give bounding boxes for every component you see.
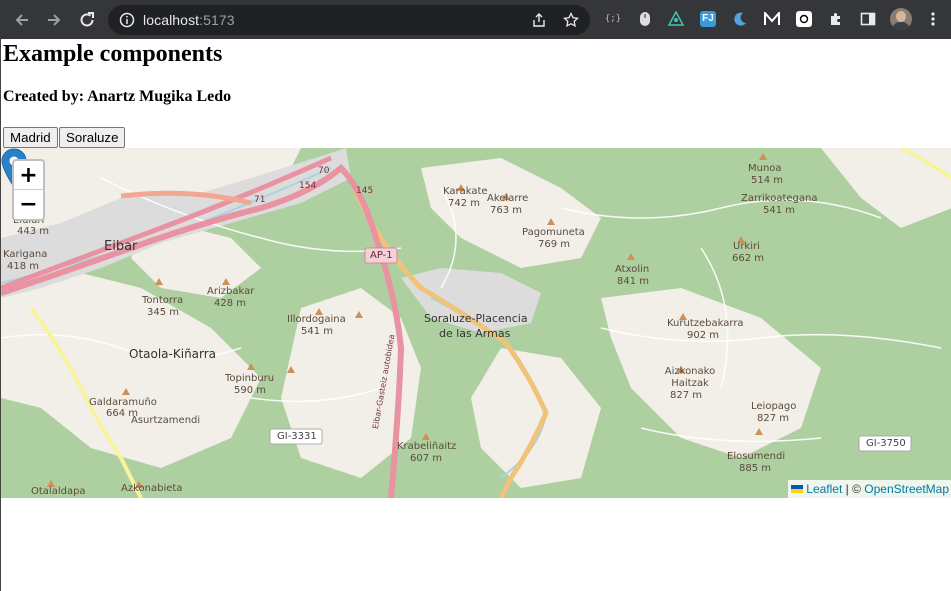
zoom-in-button[interactable]: + [14, 161, 43, 190]
reload-button[interactable] [75, 8, 99, 32]
back-button[interactable] [10, 8, 34, 32]
address-bar[interactable]: localhost:5173 [108, 5, 590, 35]
madrid-button[interactable]: Madrid [3, 127, 58, 148]
page-content: Example components Created by: Anartz Mu… [0, 39, 951, 591]
browser-toolbar: localhost:5173 {;} FJ [0, 0, 951, 39]
forward-button[interactable] [42, 8, 66, 32]
zoom-control: + − [12, 159, 45, 221]
soraluze-button[interactable]: Soraluze [59, 127, 126, 148]
url-host: localhost [143, 12, 200, 28]
shield-gi3750 [858, 435, 912, 452]
zoom-out-button[interactable]: − [14, 190, 43, 219]
attribution-separator: | © [842, 482, 865, 496]
share-icon[interactable] [529, 10, 549, 30]
url-port: :5173 [199, 12, 235, 28]
map-tiles [1, 148, 951, 498]
reload-icon [80, 12, 94, 27]
bookmark-star-icon[interactable] [561, 10, 581, 30]
page-title: Example components [3, 41, 223, 67]
forward-arrow-icon [48, 14, 61, 26]
extension-mouse-icon[interactable] [636, 10, 654, 28]
extensions-puzzle-icon[interactable] [827, 10, 845, 28]
map-attribution: Leaflet | © OpenStreetMap [788, 480, 951, 498]
extension-moon-icon[interactable] [731, 10, 749, 28]
shield-gi3331 [269, 428, 323, 445]
shield-ap1 [364, 247, 398, 264]
menu-kebab-icon[interactable] [924, 10, 942, 28]
leaflet-link[interactable]: Leaflet [806, 482, 842, 496]
extension-json-icon[interactable]: {;} [604, 10, 622, 28]
profile-avatar[interactable] [889, 7, 913, 31]
extension-nx-icon[interactable] [667, 10, 685, 28]
openstreetmap-link[interactable]: OpenStreetMap [864, 482, 949, 496]
leaflet-map[interactable]: Eibar Otaola-Kiñarra Karakate 742 m Akel… [1, 148, 951, 498]
extension-medium-icon[interactable] [763, 10, 781, 28]
extension-fj-icon[interactable]: FJ [699, 10, 717, 28]
author-heading: Created by: Anartz Mugika Ledo [3, 88, 232, 105]
site-info-icon[interactable] [117, 10, 137, 30]
url-text: localhost:5173 [143, 12, 235, 28]
side-panel-icon[interactable] [859, 10, 877, 28]
back-arrow-icon [15, 14, 28, 26]
ukraine-flag-icon [791, 484, 804, 493]
extension-chatgpt-icon[interactable] [795, 10, 813, 28]
